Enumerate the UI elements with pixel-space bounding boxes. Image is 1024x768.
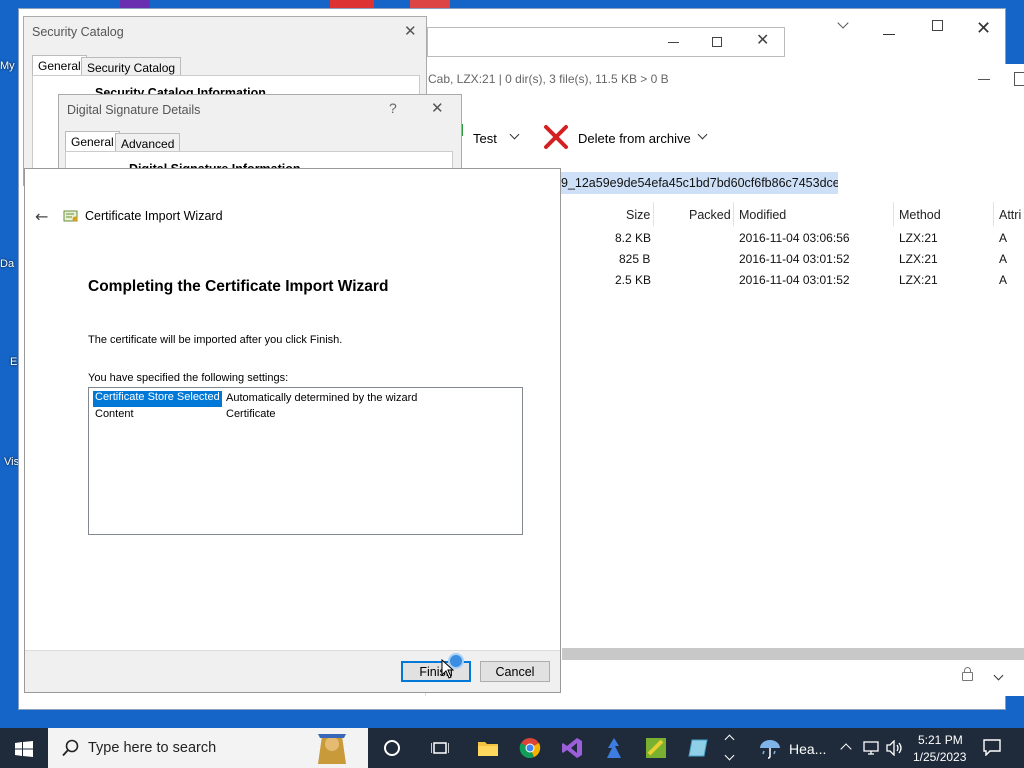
cell-modified: 2016-11-04 03:06:56	[739, 231, 850, 245]
settings-key: Certificate Store Selected	[93, 391, 222, 407]
wizard-footer: Finish Cancel	[25, 650, 560, 692]
settings-list[interactable]: Certificate Store Selected Automatically…	[88, 387, 523, 535]
desktop-icon-label[interactable]: Vis	[4, 456, 19, 468]
certificate-import-wizard: ← Certificate Import Wizard Completing t…	[24, 168, 561, 693]
taskbar-scroll[interactable]	[724, 730, 736, 766]
chevron-up-icon[interactable]	[724, 734, 735, 745]
column-header-size[interactable]: Size	[626, 208, 650, 222]
cell-attributes: A	[999, 252, 1008, 266]
search-icon	[62, 739, 80, 760]
tab-security-catalog[interactable]: Security Catalog	[81, 57, 182, 77]
archive-secondary-titlebar: ✕	[427, 27, 785, 57]
file-explorer-icon[interactable]	[477, 739, 499, 757]
column-separator	[653, 202, 654, 226]
tab-general[interactable]: General	[32, 55, 87, 75]
column-separator	[893, 202, 894, 226]
wizard-heading: Completing the Certificate Import Wizard	[88, 278, 389, 295]
app-icon-green[interactable]	[645, 737, 667, 759]
close-button[interactable]: ✕	[756, 30, 769, 49]
desktop-icon-label[interactable]: Da	[0, 258, 14, 270]
task-view-icon[interactable]	[430, 741, 450, 755]
cell-attributes: A	[999, 273, 1008, 287]
app-icon-glass[interactable]	[687, 737, 709, 759]
cell-method: LZX:21	[899, 252, 938, 266]
search-box[interactable]: Type here to search	[48, 728, 368, 768]
tab-general[interactable]: General	[65, 131, 120, 151]
desktop-icon-strip-red	[330, 0, 374, 8]
column-header-packed[interactable]: Packed	[689, 208, 731, 222]
settings-value: Certificate	[226, 408, 276, 420]
desktop-icon-strip-red2	[410, 0, 450, 8]
maximize-button[interactable]	[932, 20, 943, 31]
mouse-pointer-icon	[441, 658, 455, 682]
chrome-icon[interactable]	[519, 737, 541, 759]
column-header-method[interactable]: Method	[899, 208, 941, 222]
column-header-attributes[interactable]: Attri	[999, 208, 1021, 222]
settings-value: Automatically determined by the wizard	[226, 392, 418, 404]
search-highlight-icon	[302, 730, 362, 766]
help-button[interactable]: ?	[389, 100, 397, 116]
window-title: Digital Signature Details	[67, 103, 201, 117]
weather-label[interactable]: Hea...	[789, 741, 826, 757]
desktop-icon-strip-purple	[120, 0, 150, 8]
app-icon-blue[interactable]	[603, 737, 625, 759]
cell-modified: 2016-11-04 03:01:52	[739, 273, 850, 287]
cell-attributes: A	[999, 231, 1008, 245]
minimize-button[interactable]	[978, 79, 990, 80]
wizard-intro-text: The certificate will be imported after y…	[88, 334, 343, 346]
settings-label: You have specified the following setting…	[88, 372, 289, 384]
settings-row[interactable]: Content Certificate	[93, 408, 523, 424]
cell-method: LZX:21	[899, 273, 938, 287]
weather-icon[interactable]	[758, 736, 782, 760]
archive-path-field[interactable]: 9_12a59e9de54efa45c1bd7bd60cf6fb86c7453d…	[516, 172, 838, 194]
column-separator	[993, 202, 994, 226]
cancel-button[interactable]: Cancel	[480, 661, 550, 682]
close-button[interactable]: ✕	[976, 18, 991, 39]
cell-size: 2.5 KB	[615, 273, 652, 287]
desktop-icon-label[interactable]: E	[10, 356, 17, 368]
minimize-button[interactable]	[883, 34, 895, 35]
chevron-down-icon[interactable]	[724, 750, 735, 761]
search-placeholder: Type here to search	[88, 740, 217, 756]
desktop-icon-label[interactable]: My	[0, 60, 15, 72]
chevron-down-icon[interactable]	[837, 17, 849, 29]
test-button[interactable]: Test	[473, 131, 497, 146]
column-separator	[733, 202, 734, 226]
maximize-button[interactable]	[1014, 72, 1024, 86]
back-arrow-icon[interactable]: ←	[35, 207, 48, 226]
visual-studio-icon[interactable]	[561, 737, 583, 759]
cortana-icon[interactable]	[384, 740, 400, 756]
horizontal-scrollbar[interactable]	[562, 648, 1024, 660]
certificate-icon	[63, 209, 79, 223]
lock-icon	[962, 672, 973, 681]
cell-size: 825 B	[619, 252, 651, 266]
archive-status: Cab, LZX:21 | 0 dir(s), 3 file(s), 11.5 …	[428, 72, 669, 86]
settings-row[interactable]: Certificate Store Selected Automatically…	[93, 391, 523, 407]
maximize-button[interactable]	[712, 37, 722, 47]
close-button[interactable]: ✕	[431, 99, 444, 117]
settings-key: Content	[95, 408, 134, 420]
volume-icon[interactable]	[885, 739, 903, 757]
chevron-down-icon[interactable]	[993, 670, 1004, 681]
minimize-button[interactable]	[668, 42, 679, 43]
cell-modified: 2016-11-04 03:01:52	[739, 252, 850, 266]
delete-icon[interactable]	[542, 123, 570, 151]
delete-from-archive-button[interactable]: Delete from archive	[578, 131, 691, 146]
clock-date[interactable]: 1/25/2023	[913, 750, 966, 764]
column-header-modified[interactable]: Modified	[739, 208, 786, 222]
close-button[interactable]: ✕	[404, 22, 417, 40]
archive-statusbar	[562, 662, 1024, 696]
wizard-title: Certificate Import Wizard	[85, 209, 223, 223]
start-button[interactable]	[15, 741, 33, 757]
window-title: Security Catalog	[32, 25, 124, 39]
notifications-icon[interactable]	[983, 739, 1001, 757]
network-icon[interactable]	[862, 740, 880, 756]
cell-size: 8.2 KB	[615, 231, 652, 245]
tab-advanced[interactable]: Advanced	[115, 133, 181, 153]
cell-method: LZX:21	[899, 231, 938, 245]
clock-time[interactable]: 5:21 PM	[918, 733, 963, 747]
lock-shackle-icon	[964, 667, 971, 673]
